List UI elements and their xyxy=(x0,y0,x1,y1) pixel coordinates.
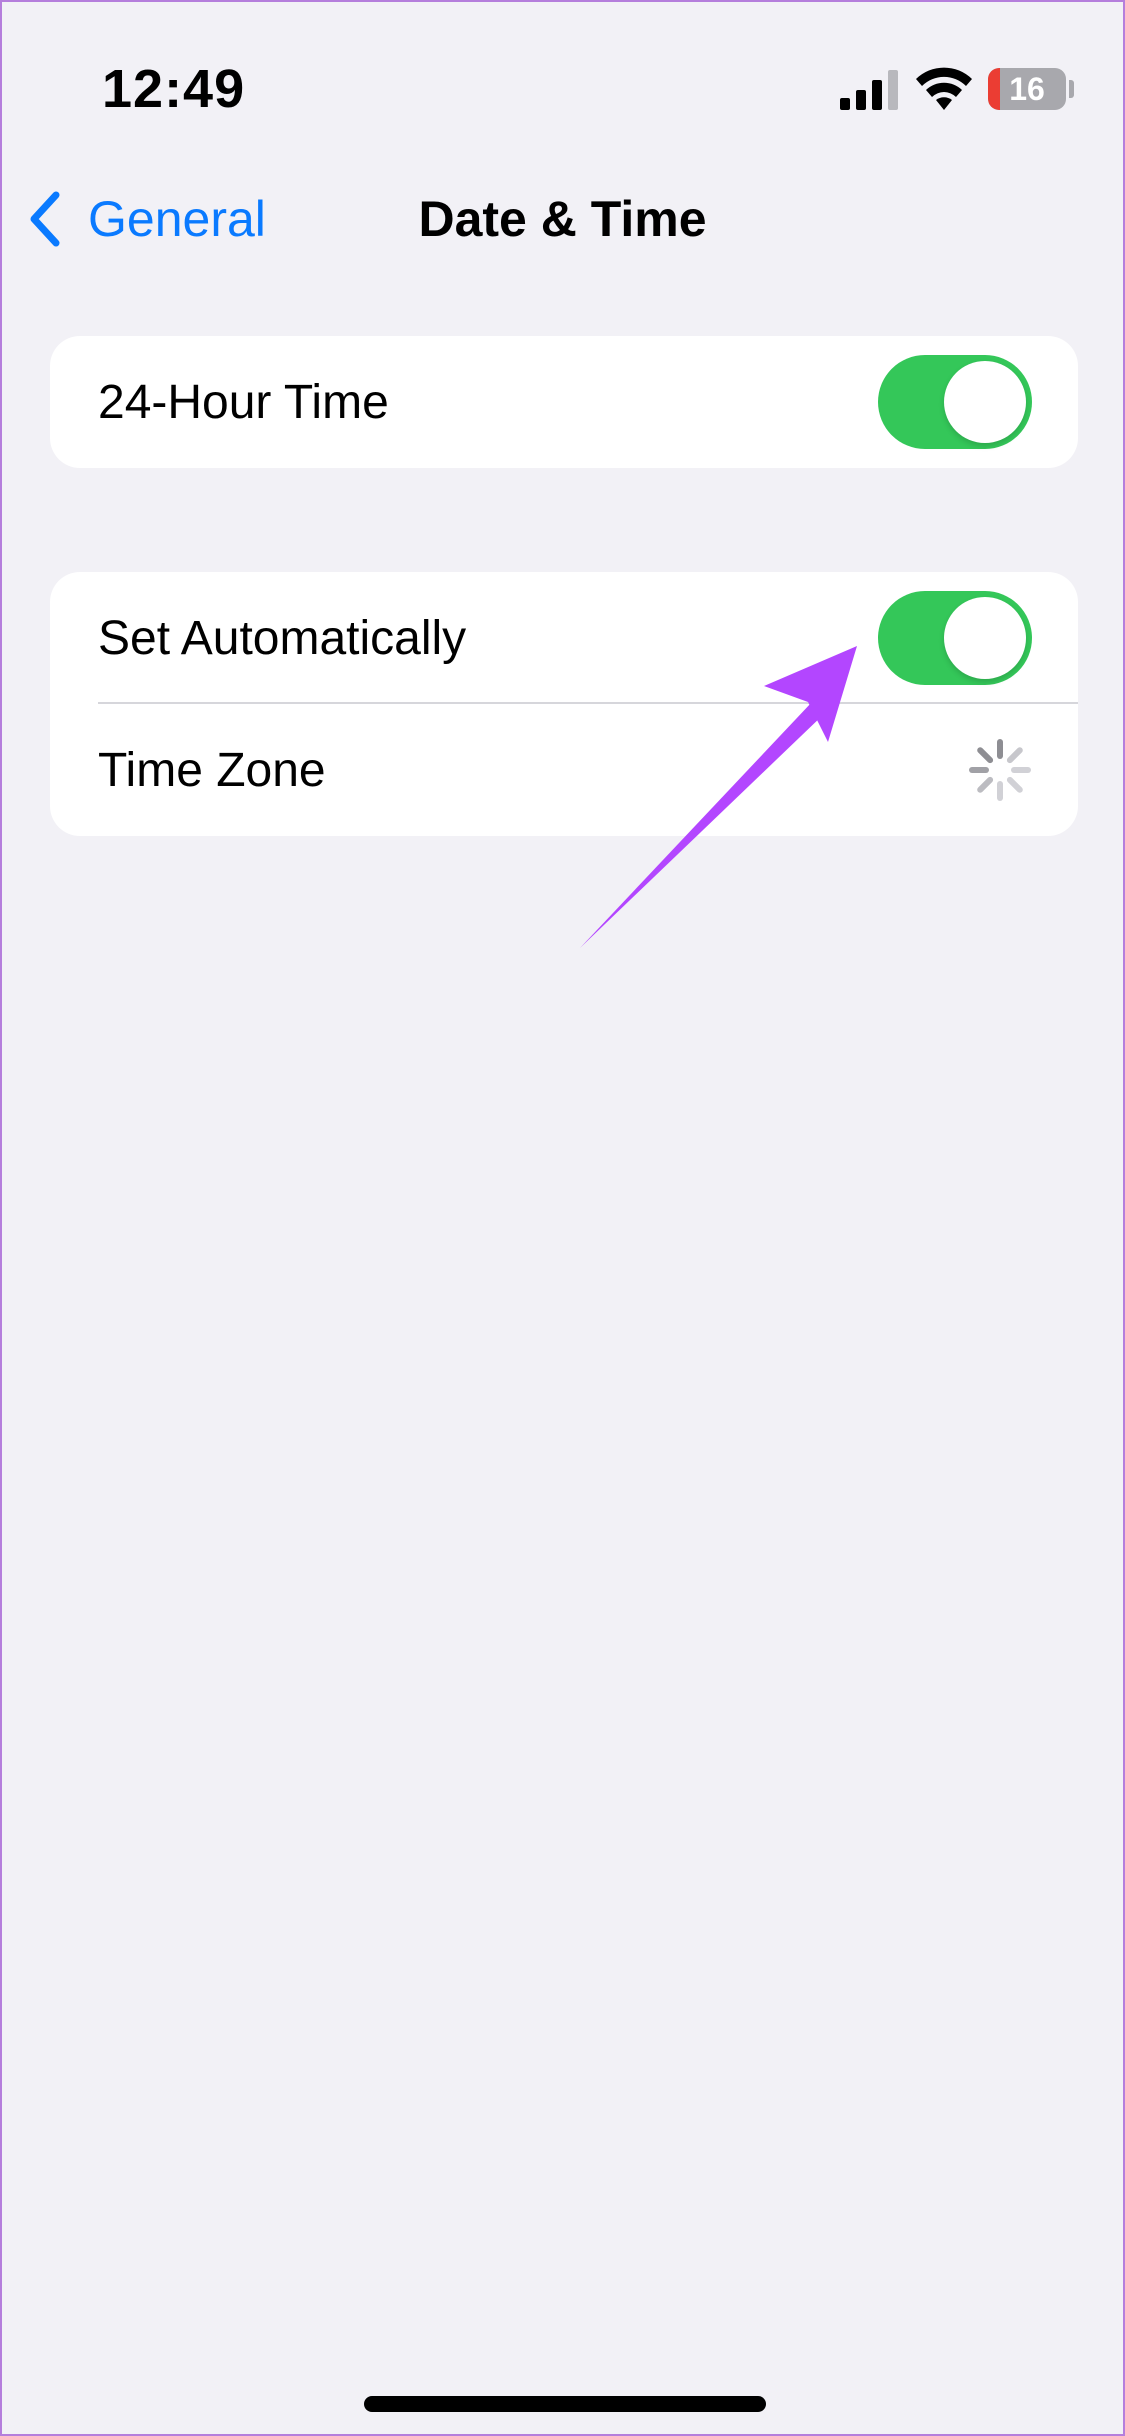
row-label: Set Automatically xyxy=(98,611,467,665)
settings-group-hour-format: 24-Hour Time xyxy=(50,336,1078,468)
row-time-zone[interactable]: Time Zone xyxy=(50,704,1078,836)
home-indicator[interactable] xyxy=(364,2396,766,2412)
activity-spinner-icon xyxy=(969,739,1031,801)
annotation-arrow xyxy=(580,646,857,948)
battery-icon: 16 xyxy=(988,68,1066,110)
toggle-knob xyxy=(944,361,1026,443)
toggle-set-automatically[interactable] xyxy=(878,591,1032,685)
battery-level-text: 16 xyxy=(1009,71,1045,107)
status-time: 12:49 xyxy=(102,59,246,119)
row-label: Time Zone xyxy=(98,743,326,797)
settings-screen: 12:49 16 General Date & Time 24-Hour Tim… xyxy=(0,0,1125,2436)
row-set-automatically[interactable]: Set Automatically xyxy=(50,572,1078,704)
battery-terminal xyxy=(1069,80,1074,98)
wifi-icon xyxy=(916,67,972,110)
row-24-hour-time[interactable]: 24-Hour Time xyxy=(50,336,1078,468)
page-title: Date & Time xyxy=(418,191,707,247)
settings-group-automatic-time: Set Automatically Time Zone xyxy=(50,572,1078,836)
row-label: 24-Hour Time xyxy=(98,375,389,429)
status-bar: 12:49 16 xyxy=(2,2,1123,152)
cellular-signal-icon xyxy=(840,70,898,110)
toggle-knob xyxy=(944,597,1026,679)
toggle-24-hour-time[interactable] xyxy=(878,355,1032,449)
